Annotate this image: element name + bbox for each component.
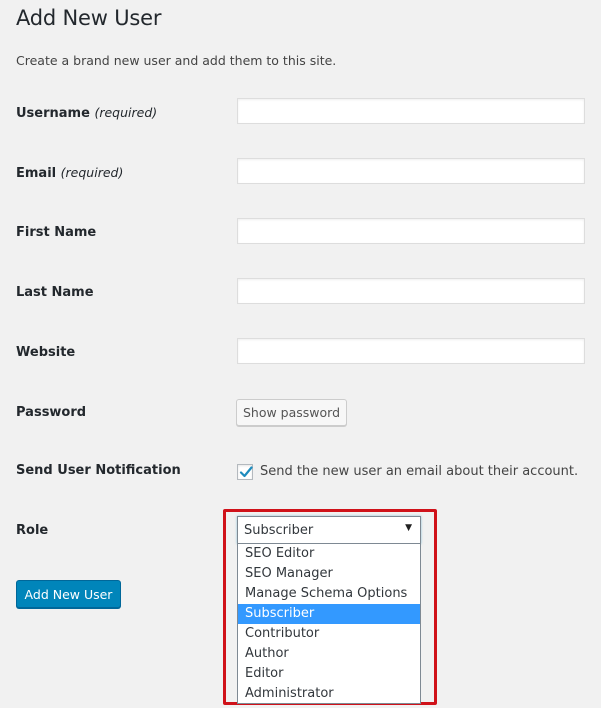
email-label: Email (required) [16,165,123,181]
website-label: Website [16,345,76,360]
role-option[interactable]: Author [238,644,420,664]
role-option[interactable]: SEO Editor [238,544,420,564]
role-select-value: Subscriber [244,523,314,538]
role-dropdown-list: SEO Editor SEO Manager Manage Schema Opt… [237,544,421,704]
page-title: Add New User [16,6,162,30]
role-option[interactable]: Manage Schema Options [238,584,420,604]
page-description: Create a brand new user and add them to … [16,53,337,68]
website-input[interactable] [237,338,585,364]
first-name-input[interactable] [237,218,585,244]
role-option[interactable]: Contributor [238,624,420,644]
send-notification-checkbox[interactable] [237,464,253,480]
add-new-user-page: Add New User Create a brand new user and… [0,0,601,708]
send-notification-checkbox-label[interactable]: Send the new user an email about their a… [260,464,578,479]
last-name-label: Last Name [16,285,94,300]
role-option-selected[interactable]: Subscriber [238,604,420,624]
email-input[interactable] [237,158,585,184]
role-option[interactable]: Editor [238,664,420,684]
username-required-note: (required) [94,105,158,120]
last-name-input[interactable] [237,278,585,304]
username-label-text: Username [16,106,90,121]
password-label: Password [16,405,87,420]
first-name-label: First Name [16,225,97,240]
show-password-button[interactable]: Show password [236,399,347,426]
notification-label: Send User Notification [16,463,181,478]
role-label: Role [16,523,49,538]
email-label-text: Email [16,166,57,181]
role-option[interactable]: Administrator [238,684,420,703]
email-required-note: (required) [60,165,124,180]
chevron-down-icon: ▼ [405,523,412,533]
add-new-user-button[interactable]: Add New User [16,580,121,608]
username-input[interactable] [237,98,585,124]
role-select[interactable]: Subscriber ▼ [237,516,421,544]
role-option[interactable]: SEO Manager [238,564,420,584]
username-label: Username (required) [16,105,157,121]
checkmark-icon [239,466,253,478]
